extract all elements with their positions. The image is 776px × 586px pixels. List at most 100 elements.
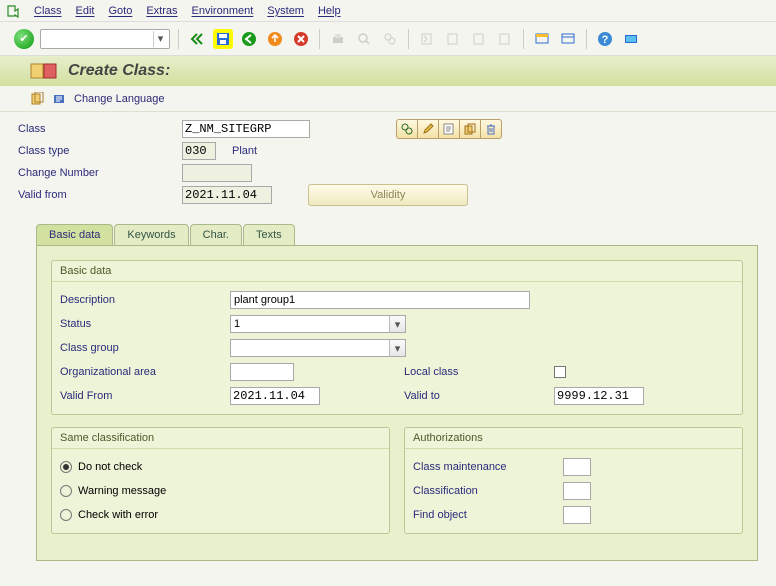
title-bar: Create Class: xyxy=(0,56,776,86)
language-icon[interactable] xyxy=(52,92,66,106)
class-label: Class xyxy=(18,123,182,135)
tab-keywords[interactable]: Keywords xyxy=(114,224,188,245)
delete-button[interactable] xyxy=(480,119,502,139)
chevron-down-icon[interactable]: ▾ xyxy=(153,31,167,47)
group-basic-title: Basic data xyxy=(52,261,742,282)
local-class-checkbox[interactable] xyxy=(554,366,566,378)
menu-environment[interactable]: Environment xyxy=(192,5,254,17)
menu-extras[interactable]: Extras xyxy=(146,5,177,17)
prev-page-button xyxy=(443,29,463,49)
tab-texts[interactable]: Texts xyxy=(243,224,295,245)
class-group-combo[interactable]: ▾ xyxy=(230,339,406,357)
settings-button[interactable] xyxy=(621,29,641,49)
class-group-label: Class group xyxy=(60,342,230,354)
menu-system[interactable]: System xyxy=(267,5,304,17)
back-button-dbl[interactable] xyxy=(187,29,207,49)
change-number-input[interactable] xyxy=(182,164,252,182)
valid-to-label: Valid to xyxy=(404,390,554,402)
class-input[interactable]: Z_NM_SITEGRP xyxy=(182,120,310,138)
tab-body: Basic data Description Status 1▾ Class g… xyxy=(36,245,758,561)
valid-from-label2: Valid From xyxy=(60,390,230,402)
menu-edit[interactable]: Edit xyxy=(76,5,95,17)
auth-find-object-label: Find object xyxy=(413,509,563,521)
header-form: Class Z_NM_SITEGRP Class type 030 Plant … xyxy=(0,112,776,206)
radio-error-label: Check with error xyxy=(78,509,158,521)
separator xyxy=(523,29,524,49)
system-toolbar: ✔ ▾ ? xyxy=(0,22,776,56)
last-page-button xyxy=(495,29,515,49)
auth-title: Authorizations xyxy=(405,428,742,449)
auth-classification-label: Classification xyxy=(413,485,563,497)
help-button[interactable]: ? xyxy=(595,29,615,49)
radio-error[interactable] xyxy=(60,509,72,521)
tab-row: Basic data Keywords Char. Texts xyxy=(36,224,758,245)
menu-class[interactable]: Class xyxy=(34,5,62,17)
radio-warning-label: Warning message xyxy=(78,485,166,497)
find-button xyxy=(354,29,374,49)
validity-button[interactable]: Validity xyxy=(308,184,468,206)
menu-goto[interactable]: Goto xyxy=(108,5,132,17)
save-button[interactable] xyxy=(213,29,233,49)
separator xyxy=(408,29,409,49)
local-class-label: Local class xyxy=(404,366,554,378)
tab-strip: Basic data Keywords Char. Texts Basic da… xyxy=(36,224,758,561)
header-button-row xyxy=(396,119,502,139)
group-same-classification: Same classification Do not check Warning… xyxy=(51,427,390,534)
app-toolbar: Change Language xyxy=(0,86,776,112)
class-type-text: Plant xyxy=(232,145,257,157)
menu-help[interactable]: Help xyxy=(318,5,341,17)
first-page-button xyxy=(417,29,437,49)
status-value: 1 xyxy=(234,318,240,330)
radio-warning[interactable] xyxy=(60,485,72,497)
svg-text:?: ? xyxy=(602,34,609,46)
print-button xyxy=(328,29,348,49)
class-type-code: 030 xyxy=(182,142,216,160)
exit-button[interactable] xyxy=(265,29,285,49)
tab-char[interactable]: Char. xyxy=(190,224,242,245)
display-button[interactable] xyxy=(396,119,418,139)
group-authorizations: Authorizations Class maintenance Classif… xyxy=(404,427,743,534)
auth-class-maint-label: Class maintenance xyxy=(413,461,563,473)
chevron-down-icon[interactable]: ▾ xyxy=(389,316,405,332)
enter-button[interactable]: ✔ xyxy=(14,29,34,49)
chevron-down-icon[interactable]: ▾ xyxy=(389,340,405,356)
copy-text-button[interactable] xyxy=(438,119,460,139)
object-icon xyxy=(30,61,58,81)
sap-cmd-icon[interactable] xyxy=(6,4,20,18)
auth-find-object-input[interactable] xyxy=(563,506,591,524)
find-next-button xyxy=(380,29,400,49)
separator xyxy=(178,29,179,49)
radio-do-not-check[interactable] xyxy=(60,461,72,473)
menu-bar: Class Edit Goto Extras Environment Syste… xyxy=(0,0,776,22)
valid-to-input[interactable]: 9999.12.31 xyxy=(554,387,644,405)
separator xyxy=(586,29,587,49)
new-session-button[interactable] xyxy=(532,29,552,49)
command-field[interactable]: ▾ xyxy=(40,29,170,49)
page-title: Create Class: xyxy=(68,62,170,80)
layout-button[interactable] xyxy=(558,29,578,49)
auth-class-maint-input[interactable] xyxy=(563,458,591,476)
org-area-label: Organizational area xyxy=(60,366,230,378)
auth-classification-input[interactable] xyxy=(563,482,591,500)
status-label: Status xyxy=(60,318,230,330)
valid-from-input2[interactable]: 2021.11.04 xyxy=(230,387,320,405)
description-input[interactable] xyxy=(230,291,530,309)
clone-button[interactable] xyxy=(459,119,481,139)
same-class-title: Same classification xyxy=(52,428,389,449)
change-number-label: Change Number xyxy=(18,167,182,179)
separator xyxy=(319,29,320,49)
description-label: Description xyxy=(60,294,230,306)
radio-do-not-check-label: Do not check xyxy=(78,461,142,473)
copy-icon[interactable] xyxy=(30,92,44,106)
group-basic-data: Basic data Description Status 1▾ Class g… xyxy=(51,260,743,415)
valid-from-label: Valid from xyxy=(18,189,182,201)
back-button[interactable] xyxy=(239,29,259,49)
valid-from-input[interactable]: 2021.11.04 xyxy=(182,186,272,204)
cancel-button[interactable] xyxy=(291,29,311,49)
status-combo[interactable]: 1▾ xyxy=(230,315,406,333)
change-language-label[interactable]: Change Language xyxy=(74,93,165,105)
org-area-input[interactable] xyxy=(230,363,294,381)
change-button[interactable] xyxy=(417,119,439,139)
class-type-label: Class type xyxy=(18,145,182,157)
tab-basic-data[interactable]: Basic data xyxy=(36,224,113,245)
